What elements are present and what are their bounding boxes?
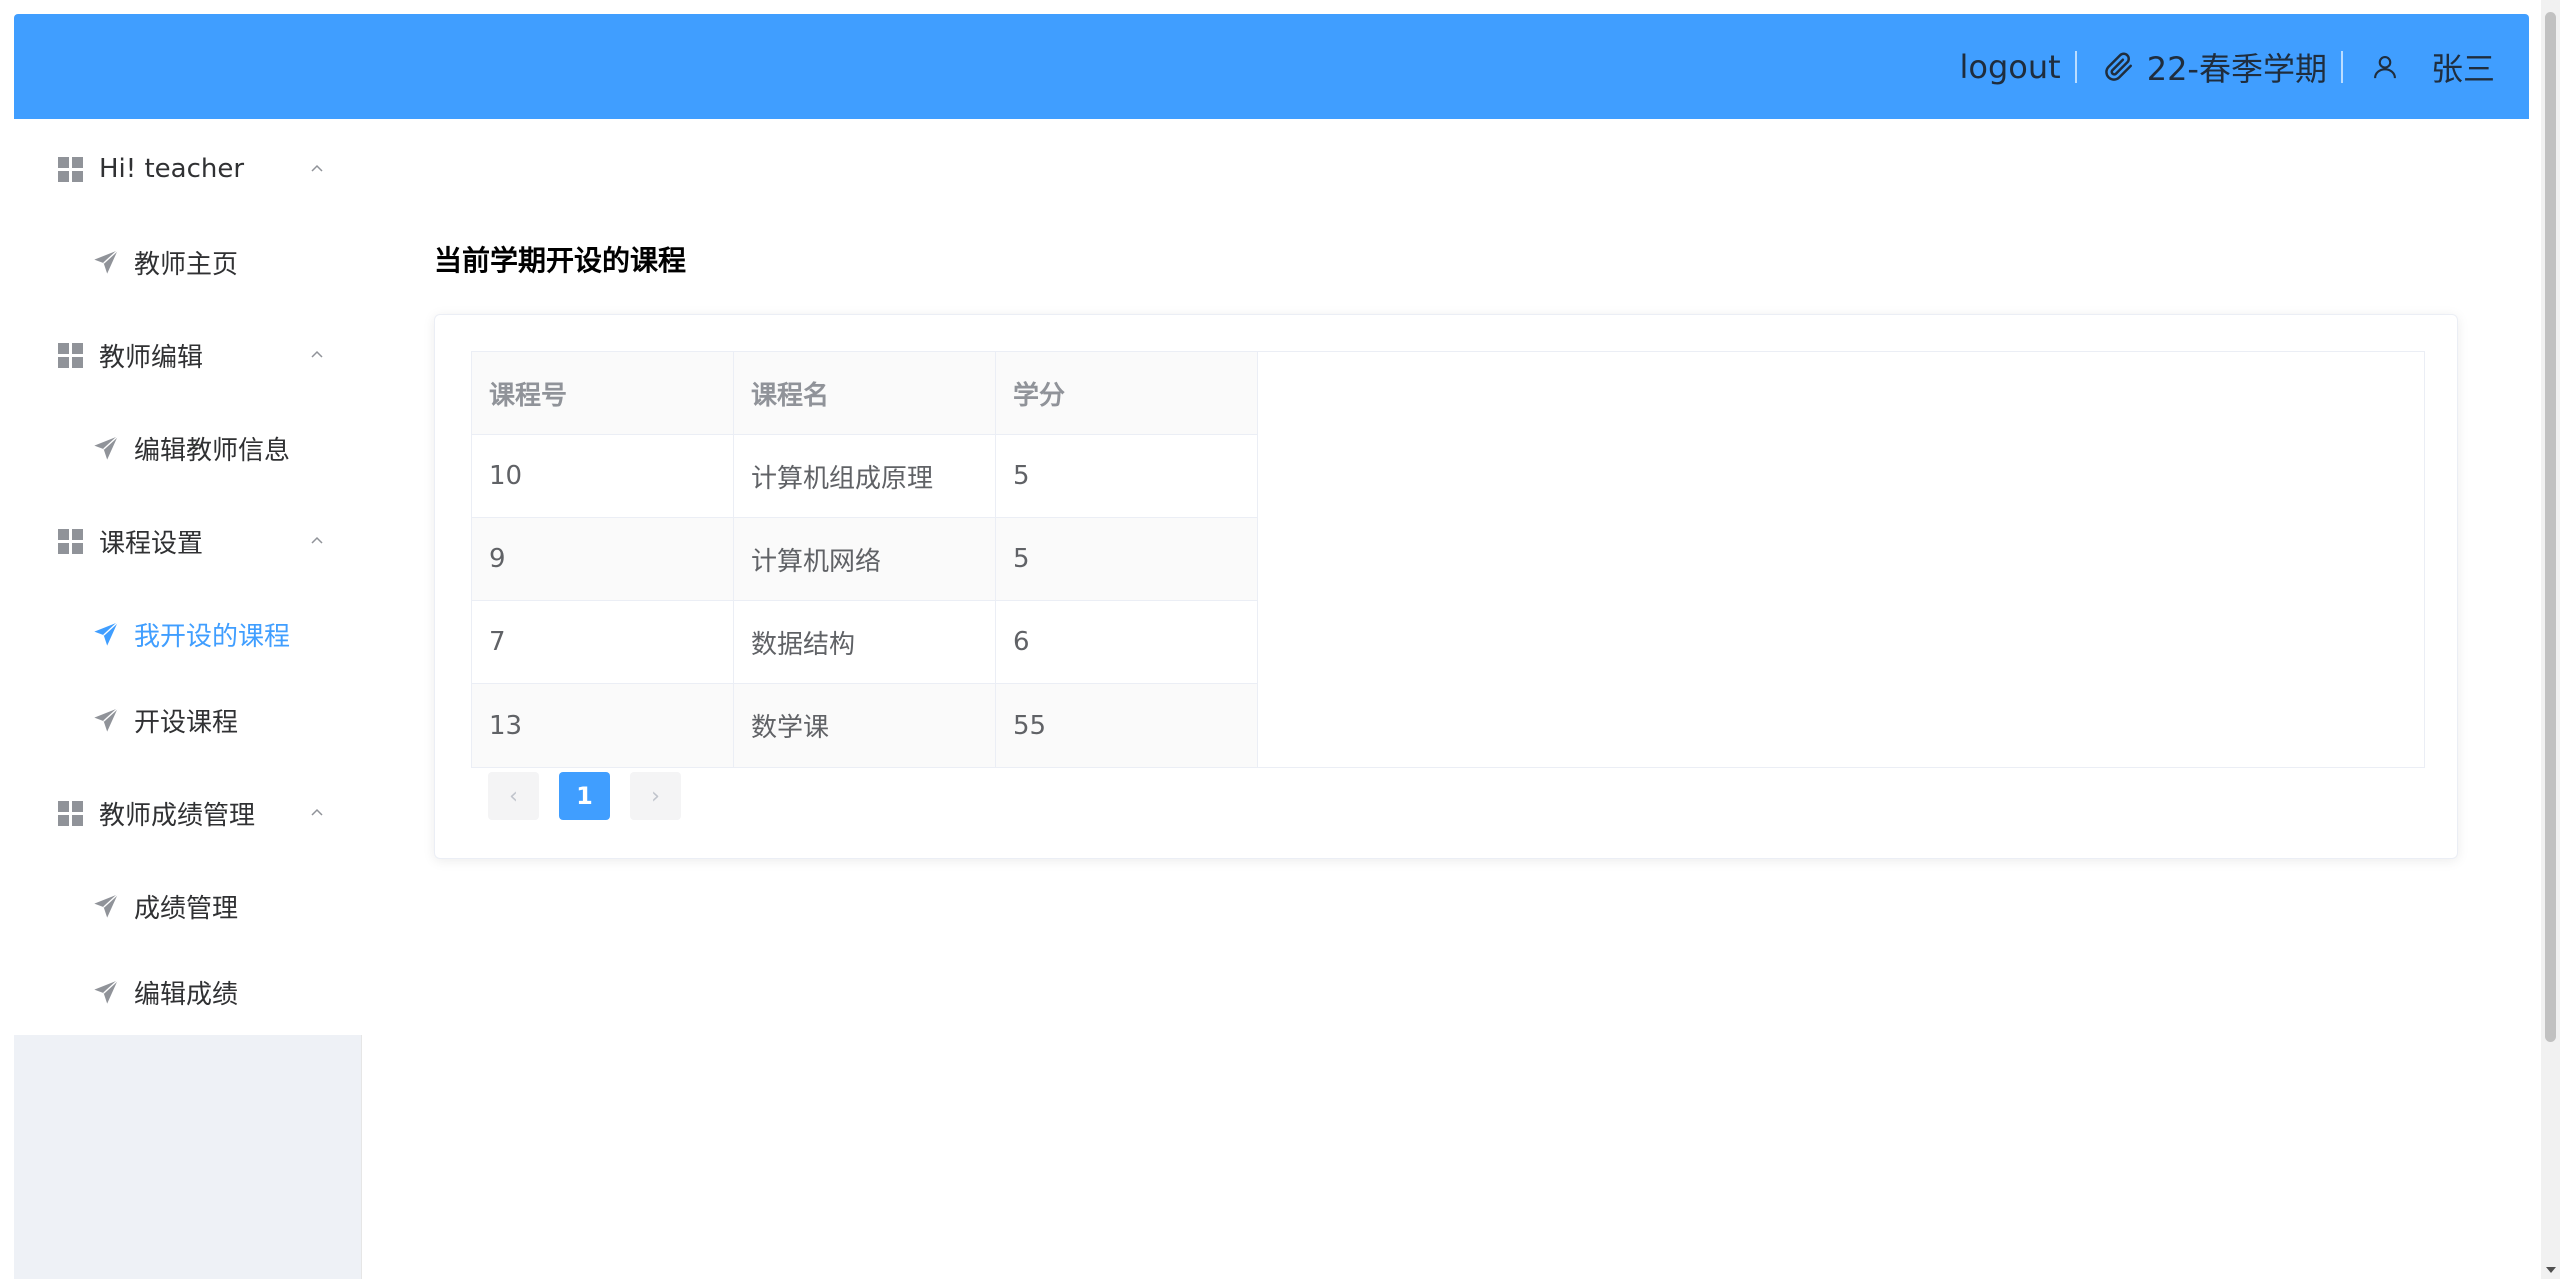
table-cell: 7 xyxy=(472,601,734,683)
table-cell: 计算机组成原理 xyxy=(734,435,996,517)
table-cell: 6 xyxy=(996,601,1258,683)
table-cell: 数据结构 xyxy=(734,601,996,683)
table-cell: 计算机网络 xyxy=(734,518,996,600)
scrollbar-thumb[interactable] xyxy=(2545,12,2556,1042)
next-page-button[interactable]: › xyxy=(630,772,681,820)
sidebar: Hi! teacher 教师主页 教师编辑 编辑教师信息 课程设置 我开设的课程… xyxy=(14,119,362,1279)
menu-group-title: Hi! teacher xyxy=(99,154,245,184)
sidebar-menu: Hi! teacher 教师主页 教师编辑 编辑教师信息 课程设置 我开设的课程… xyxy=(14,119,362,1035)
chevron-up-icon xyxy=(311,164,323,172)
chevron-up-icon xyxy=(311,536,323,544)
semester-label: 22-春季学期 xyxy=(2146,49,2327,88)
app-frame: logout 22-春季学期 张三 Hi! teacher 教师主页 教师编辑 … xyxy=(14,14,2529,1279)
sidebar-item-label: 开设课程 xyxy=(134,707,239,738)
grid-icon xyxy=(58,156,83,182)
scroll-down-icon[interactable] xyxy=(2546,1267,2556,1273)
header-actions: logout 22-春季学期 张三 xyxy=(1960,14,2495,119)
page-scrollbar[interactable] xyxy=(2541,0,2560,1279)
column-header: 学分 xyxy=(996,352,1258,434)
course-card: 课程号 课程名 学分 10 计算机组成原理 5 9 计算机网络 5 7 数据结构 xyxy=(434,314,2458,859)
menu-group-title: 教师成绩管理 xyxy=(99,800,256,831)
sidebar-item-edit-grades[interactable]: 编辑成绩 xyxy=(14,949,362,1035)
username[interactable]: 张三 xyxy=(2431,44,2495,90)
grid-icon xyxy=(58,528,83,554)
table-cell: 13 xyxy=(472,684,734,767)
grid-icon xyxy=(58,342,83,368)
menu-group-hi-teacher[interactable]: Hi! teacher xyxy=(14,119,362,219)
menu-group-teacher-edit[interactable]: 教师编辑 xyxy=(14,305,362,405)
column-header: 课程名 xyxy=(734,352,996,434)
page-number-button[interactable]: 1 xyxy=(559,772,610,820)
sidebar-item-label: 教师主页 xyxy=(134,249,239,280)
user-icon xyxy=(2367,49,2403,85)
column-header: 课程号 xyxy=(472,352,734,434)
menu-group-grade-management[interactable]: 教师成绩管理 xyxy=(14,763,362,863)
send-icon xyxy=(94,707,119,732)
sidebar-item-grade-management[interactable]: 成绩管理 xyxy=(14,863,362,949)
send-icon xyxy=(94,249,119,274)
table-cell: 5 xyxy=(996,518,1258,600)
paperclip-icon xyxy=(2101,49,2137,85)
sidebar-item-open-course[interactable]: 开设课程 xyxy=(14,677,362,763)
sidebar-item-my-courses[interactable]: 我开设的课程 xyxy=(14,591,362,677)
table-cell: 5 xyxy=(996,435,1258,517)
pagination: ‹ 1 › xyxy=(488,772,701,820)
send-icon xyxy=(94,435,119,460)
top-header: logout 22-春季学期 张三 xyxy=(14,14,2529,119)
send-icon xyxy=(94,621,119,646)
menu-group-course-settings[interactable]: 课程设置 xyxy=(14,491,362,591)
table-cell: 55 xyxy=(996,684,1258,767)
table-cell: 10 xyxy=(472,435,734,517)
send-icon xyxy=(94,979,119,1004)
logout-link[interactable]: logout xyxy=(1960,48,2061,86)
grid-icon xyxy=(58,800,83,826)
chevron-up-icon xyxy=(311,808,323,816)
page-title: 当前学期开设的课程 xyxy=(434,244,687,277)
sidebar-item-label: 编辑成绩 xyxy=(134,979,239,1010)
header-divider xyxy=(2340,50,2343,83)
table-empty-area xyxy=(1258,352,2424,767)
sidebar-item-label: 成绩管理 xyxy=(134,893,239,924)
course-table: 课程号 课程名 学分 10 计算机组成原理 5 9 计算机网络 5 7 数据结构 xyxy=(471,351,2425,768)
chevron-up-icon xyxy=(311,350,323,358)
menu-group-title: 教师编辑 xyxy=(99,342,204,373)
sidebar-item-label: 我开设的课程 xyxy=(134,621,291,652)
sidebar-item-teacher-home[interactable]: 教师主页 xyxy=(14,219,362,305)
send-icon xyxy=(94,893,119,918)
main-content: 当前学期开设的课程 课程号 课程名 学分 10 计算机组成原理 5 9 计算机网… xyxy=(362,119,2529,1279)
menu-group-title: 课程设置 xyxy=(99,528,204,559)
sidebar-item-label: 编辑教师信息 xyxy=(134,435,291,466)
prev-page-button[interactable]: ‹ xyxy=(488,772,539,820)
table-cell: 9 xyxy=(472,518,734,600)
header-divider xyxy=(2074,50,2077,83)
table-cell: 数学课 xyxy=(734,684,996,767)
sidebar-item-edit-teacher-info[interactable]: 编辑教师信息 xyxy=(14,405,362,491)
